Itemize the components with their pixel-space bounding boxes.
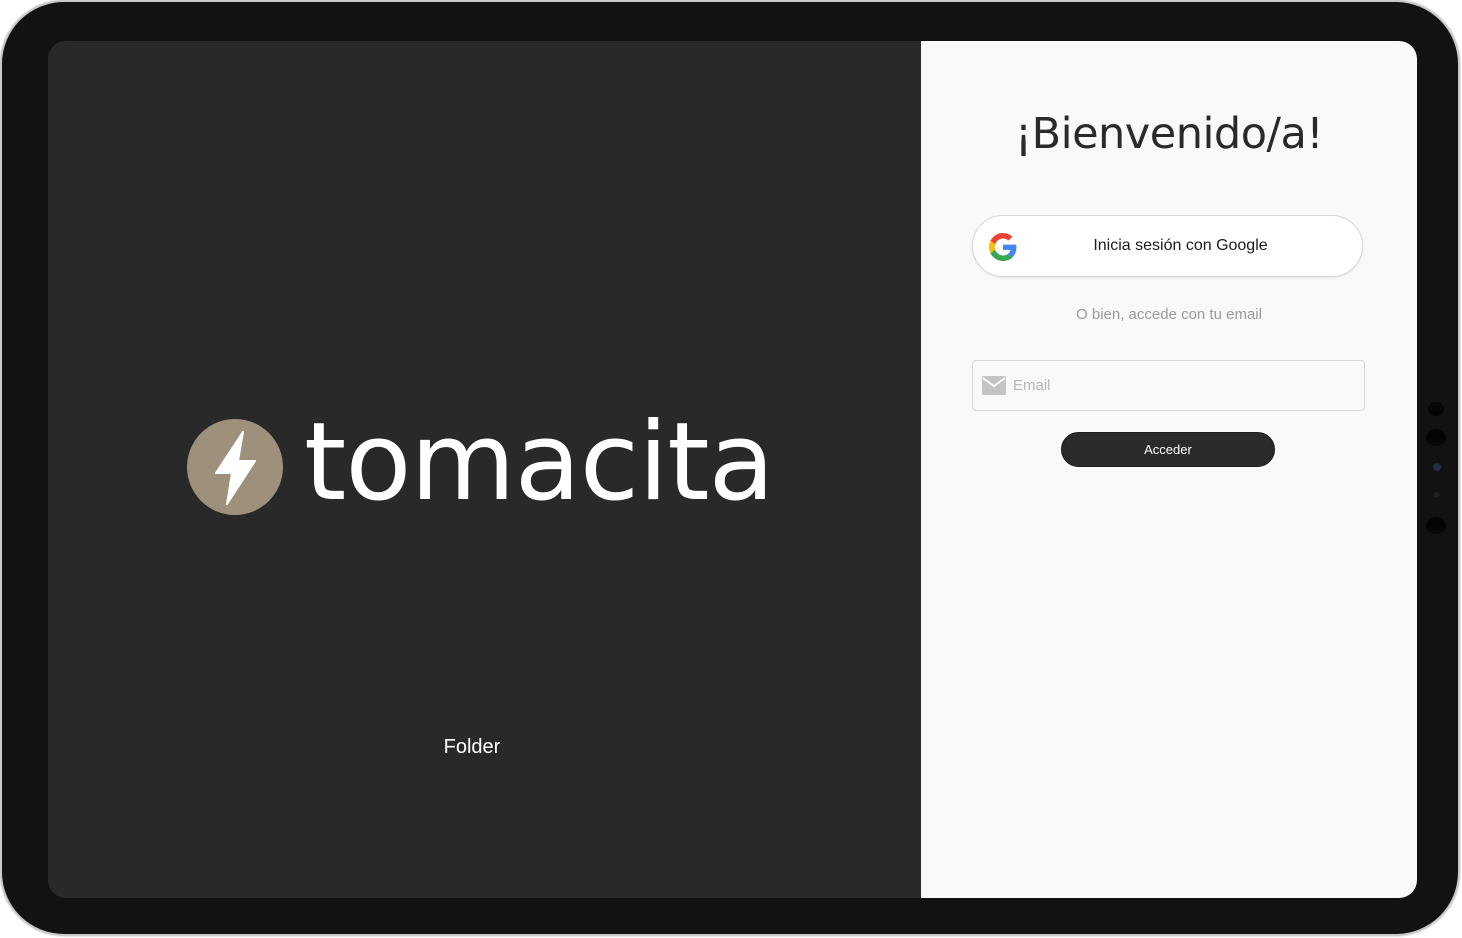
camera-lens — [1433, 463, 1441, 471]
camera-sensor — [1426, 517, 1446, 534]
folder-label: Folder — [443, 736, 501, 758]
camera-sensor — [1428, 402, 1444, 416]
page-title: ¡Bienvenido/a! — [1014, 109, 1324, 159]
email-input[interactable] — [1013, 361, 1353, 410]
brand-name: tomacita — [304, 400, 775, 525]
brand-panel: tomacita Folder — [48, 41, 921, 898]
lightning-bolt-icon — [215, 431, 256, 505]
login-panel: ¡Bienvenido/a! Inicia sesión con Google … — [921, 41, 1417, 898]
email-field[interactable] — [972, 360, 1365, 411]
logo-mark — [187, 419, 283, 515]
camera-sensor — [1434, 492, 1439, 497]
submit-button[interactable]: Acceder — [1061, 432, 1275, 467]
google-icon — [989, 233, 1017, 261]
app-screen: tomacita Folder ¡Bienvenido/a! Inicia se… — [48, 41, 1417, 898]
email-divider-text: O bien, accede con tu email — [1076, 306, 1262, 323]
mail-icon — [982, 376, 1006, 395]
tablet-frame: tomacita Folder ¡Bienvenido/a! Inicia se… — [2, 2, 1458, 934]
camera-sensor — [1426, 429, 1446, 446]
google-sign-in-button[interactable]: Inicia sesión con Google — [972, 215, 1363, 277]
google-sign-in-label: Inicia sesión con Google — [1093, 237, 1268, 254]
